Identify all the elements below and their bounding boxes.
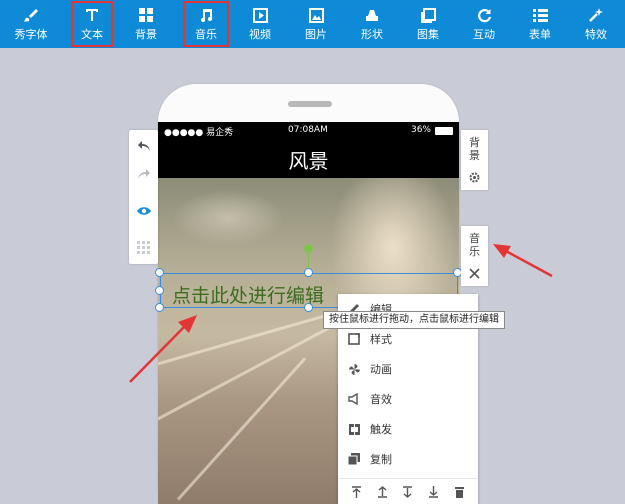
gallery-icon bbox=[418, 6, 438, 24]
tool-background[interactable]: 背景 bbox=[124, 0, 168, 48]
tool-label: 背景 bbox=[135, 28, 157, 41]
page-title[interactable]: 风景 bbox=[158, 145, 459, 174]
status-battery-text: 36% bbox=[410, 125, 431, 135]
undo-icon bbox=[137, 137, 151, 156]
menu-item-label: 复制 bbox=[370, 453, 392, 466]
annotation-arrow-right bbox=[493, 244, 553, 278]
tool-label: 图集 bbox=[417, 28, 439, 41]
tool-text[interactable]: 文本 bbox=[70, 0, 114, 48]
status-time: 07:08AM bbox=[288, 125, 328, 135]
tool-font[interactable]: 秀字体 bbox=[6, 0, 56, 48]
tool-label: 文本 bbox=[81, 28, 103, 41]
tool-gallery[interactable]: 图集 bbox=[406, 0, 450, 48]
move-down-icon[interactable] bbox=[400, 484, 416, 500]
menu-item-label: 触发 bbox=[370, 423, 392, 436]
tool-shape[interactable]: 形状 bbox=[350, 0, 394, 48]
move-top-icon[interactable] bbox=[349, 484, 365, 500]
menu-item-animation[interactable]: 动画 bbox=[338, 354, 478, 384]
menu-item-label: 动画 bbox=[370, 363, 392, 376]
undo-button[interactable] bbox=[129, 132, 158, 160]
rotate-handle[interactable] bbox=[304, 244, 313, 253]
layer-actions-bar bbox=[338, 478, 478, 504]
tool-label: 音乐 bbox=[195, 28, 217, 41]
tool-image[interactable]: 图片 bbox=[294, 0, 338, 48]
close-icon[interactable] bbox=[469, 264, 480, 283]
annotation-arrow-left bbox=[129, 315, 197, 383]
tool-form[interactable]: 表单 bbox=[518, 0, 562, 48]
tool-label: 图片 bbox=[305, 28, 327, 41]
resize-handle-l[interactable] bbox=[155, 286, 164, 295]
tool-effects[interactable]: 特效 bbox=[574, 0, 618, 48]
menu-item-label: 样式 bbox=[370, 333, 392, 346]
redo-icon bbox=[137, 165, 151, 184]
tool-music[interactable]: 音乐 bbox=[182, 0, 230, 48]
shape-icon bbox=[362, 6, 382, 24]
grid-icon bbox=[136, 6, 156, 24]
animation-icon bbox=[346, 361, 362, 377]
resize-handle-t[interactable] bbox=[304, 268, 313, 277]
menu-item-trigger[interactable]: 触发 bbox=[338, 414, 478, 444]
tool-label: 秀字体 bbox=[14, 28, 48, 41]
drag-tooltip: 按住鼠标进行拖动，点击鼠标进行编辑 bbox=[323, 311, 505, 329]
move-bottom-icon[interactable] bbox=[426, 484, 442, 500]
page-header: 风景 bbox=[158, 140, 459, 178]
left-tool-panel bbox=[129, 130, 158, 264]
tool-label: 表单 bbox=[529, 28, 551, 41]
move-up-icon[interactable] bbox=[374, 484, 390, 500]
refresh-icon bbox=[474, 6, 494, 24]
status-carrier: ●●●●● 易企秀 bbox=[164, 128, 234, 138]
eye-icon bbox=[136, 201, 152, 220]
delete-icon[interactable] bbox=[451, 484, 467, 500]
phone-speaker bbox=[288, 101, 332, 107]
status-bar: ●●●●● 易企秀 07:08AM 36% bbox=[158, 122, 459, 140]
top-toolbar: 秀字体 文本 背景 音乐 视频 图片 形状 图集 互动 表单 特效 bbox=[0, 0, 625, 48]
trigger-icon bbox=[346, 421, 362, 437]
tool-video[interactable]: 视频 bbox=[238, 0, 282, 48]
menu-item-copy[interactable]: 复制 bbox=[338, 444, 478, 474]
text-icon bbox=[82, 6, 102, 24]
menu-item-sound[interactable]: 音效 bbox=[338, 384, 478, 414]
tool-interactive[interactable]: 互动 bbox=[462, 0, 506, 48]
sound-icon bbox=[346, 391, 362, 407]
battery-icon bbox=[435, 127, 453, 135]
resize-handle-tl[interactable] bbox=[155, 268, 164, 277]
text-element[interactable]: 点击此处进行编辑 bbox=[172, 281, 324, 308]
music-label: 音乐 bbox=[469, 232, 480, 258]
redo-button[interactable] bbox=[129, 160, 158, 188]
resize-handle-bl[interactable] bbox=[155, 303, 164, 312]
preview-button[interactable] bbox=[129, 196, 158, 224]
image-icon bbox=[306, 6, 326, 24]
background-label: 背景 bbox=[469, 136, 480, 162]
gear-icon[interactable] bbox=[469, 168, 480, 187]
tool-label: 特效 bbox=[585, 28, 607, 41]
sparkle-icon bbox=[586, 6, 606, 24]
copy-icon bbox=[346, 451, 362, 467]
music-panel[interactable]: 音乐 bbox=[461, 226, 488, 286]
brush-icon bbox=[21, 6, 41, 24]
background-panel[interactable]: 背景 bbox=[461, 130, 488, 190]
list-icon bbox=[530, 6, 550, 24]
tool-label: 互动 bbox=[473, 28, 495, 41]
menu-item-label: 音效 bbox=[370, 393, 392, 406]
resize-handle-b[interactable] bbox=[304, 303, 313, 312]
style-icon bbox=[346, 331, 362, 347]
tool-label: 形状 bbox=[361, 28, 383, 41]
tool-label: 视频 bbox=[249, 28, 271, 41]
grid-icon bbox=[137, 239, 150, 258]
video-icon bbox=[250, 6, 270, 24]
music-note-icon bbox=[196, 6, 216, 24]
grid-toggle-button[interactable] bbox=[129, 234, 158, 262]
